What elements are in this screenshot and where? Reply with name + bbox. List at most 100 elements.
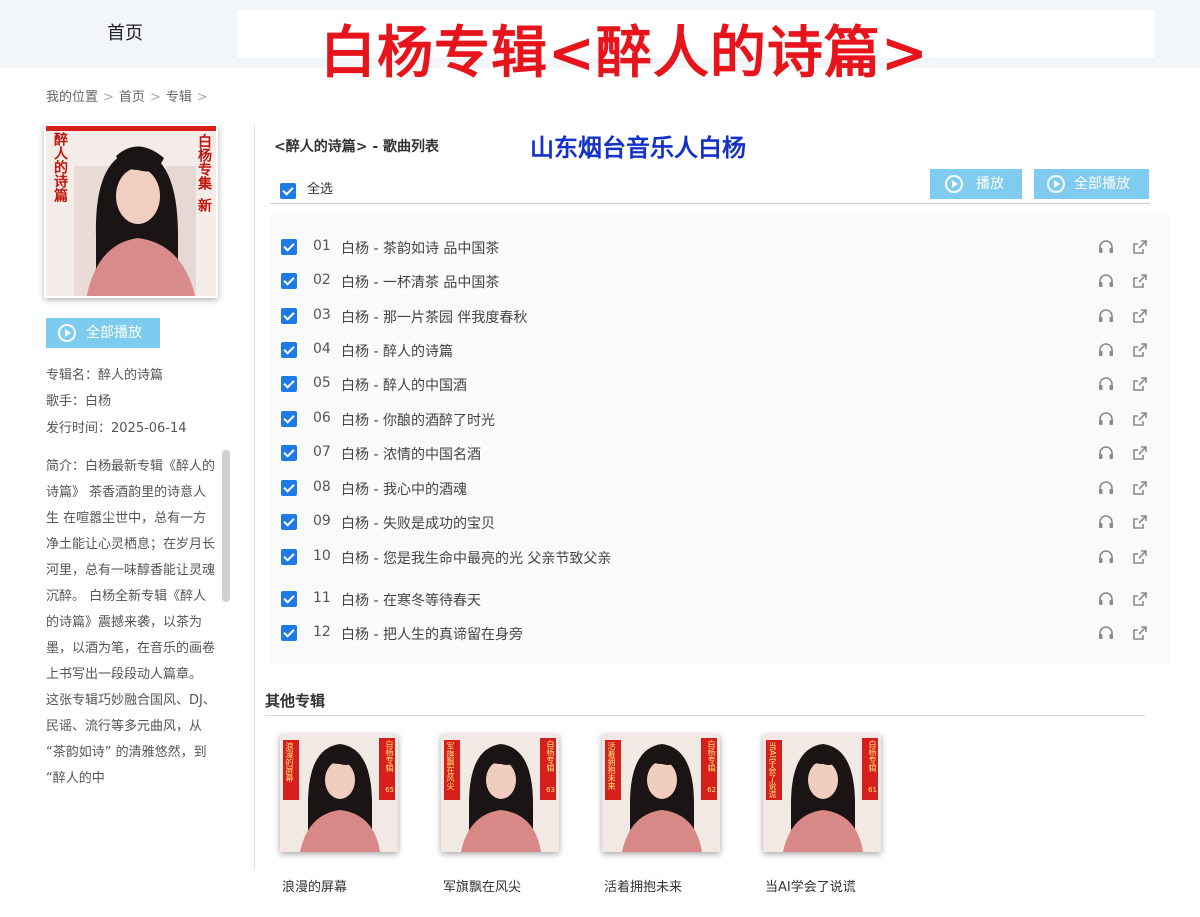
- song-number: 06: [313, 410, 331, 426]
- headphone-icon[interactable]: [1097, 590, 1115, 608]
- song-row[interactable]: 11 白杨 - 在寒冬等待春天: [270, 582, 1170, 616]
- song-title[interactable]: 白杨 - 我心中的酒魂: [341, 479, 467, 499]
- headphone-icon[interactable]: [1097, 444, 1115, 462]
- share-icon[interactable]: [1131, 272, 1149, 290]
- album-singer-value: 白杨: [85, 394, 112, 409]
- share-icon[interactable]: [1131, 548, 1149, 566]
- song-title[interactable]: 白杨 - 茶韵如诗 品中国茶: [341, 238, 499, 258]
- song-row[interactable]: 01 白杨 - 茶韵如诗 品中国茶: [270, 230, 1170, 264]
- song-title[interactable]: 白杨 - 醉人的诗篇: [341, 341, 453, 361]
- song-number: 03: [313, 307, 331, 323]
- headphone-icon[interactable]: [1097, 624, 1115, 642]
- headphone-icon[interactable]: [1097, 341, 1115, 359]
- share-icon[interactable]: [1131, 624, 1149, 642]
- cover-number: 61: [868, 786, 877, 794]
- play-button[interactable]: 播放: [930, 169, 1022, 199]
- headphone-icon[interactable]: [1097, 238, 1115, 256]
- song-checkbox[interactable]: [281, 445, 297, 461]
- song-row[interactable]: 04 白杨 - 醉人的诗篇: [270, 333, 1170, 367]
- headphone-icon[interactable]: [1097, 479, 1115, 497]
- select-all-label: 全选: [307, 182, 334, 197]
- breadcrumb-item-album[interactable]: 专辑: [166, 90, 192, 105]
- other-album-card[interactable]: 军旗飘在风尖 白杨专辑 63 军旗飘在风尖: [441, 734, 561, 895]
- cover-number: 65: [385, 786, 394, 794]
- other-album-cover[interactable]: 军旗飘在风尖 白杨专辑 63: [441, 734, 559, 852]
- share-icon[interactable]: [1131, 238, 1149, 256]
- share-icon[interactable]: [1131, 479, 1149, 497]
- share-icon[interactable]: [1131, 444, 1149, 462]
- song-row[interactable]: 08 白杨 - 我心中的酒魂: [270, 471, 1170, 505]
- song-title[interactable]: 白杨 - 你酿的酒醉了时光: [341, 410, 495, 430]
- other-album-card[interactable]: 浪漫的屏幕 白杨专辑 65 浪漫的屏幕: [280, 734, 400, 895]
- share-icon[interactable]: [1131, 375, 1149, 393]
- other-album-cover[interactable]: 活着拥抱未来 白杨专辑 62: [602, 734, 720, 852]
- nav-home-tab[interactable]: 首页: [60, 14, 190, 54]
- share-icon[interactable]: [1131, 307, 1149, 325]
- song-checkbox[interactable]: [281, 411, 297, 427]
- song-title[interactable]: 白杨 - 把人生的真谛留在身旁: [341, 624, 523, 644]
- song-checkbox[interactable]: [281, 480, 297, 496]
- headphone-icon[interactable]: [1097, 548, 1115, 566]
- song-title[interactable]: 白杨 - 醉人的中国酒: [341, 375, 467, 395]
- song-title[interactable]: 白杨 - 浓情的中国名酒: [341, 444, 481, 464]
- album-cover-photo: [46, 126, 216, 296]
- headphone-icon[interactable]: [1097, 410, 1115, 428]
- song-row[interactable]: 09 白杨 - 失败是成功的宝贝: [270, 505, 1170, 539]
- share-icon[interactable]: [1131, 341, 1149, 359]
- headphone-icon[interactable]: [1097, 272, 1115, 290]
- song-checkbox[interactable]: [281, 514, 297, 530]
- breadcrumb-separator: >: [103, 90, 114, 105]
- share-icon[interactable]: [1131, 590, 1149, 608]
- other-album-name[interactable]: 活着拥抱未来: [604, 876, 682, 895]
- breadcrumb-item-home[interactable]: 首页: [119, 90, 145, 105]
- breadcrumb: 我的位置 > 首页 > 专辑 >: [46, 86, 213, 105]
- song-checkbox[interactable]: [281, 342, 297, 358]
- other-albums-title: 其他专辑: [265, 692, 326, 710]
- song-number: 11: [313, 590, 331, 606]
- song-row[interactable]: 12 白杨 - 把人生的真谛留在身旁: [270, 616, 1170, 650]
- other-album-name[interactable]: 当AI学会了说谎: [765, 876, 856, 895]
- song-checkbox[interactable]: [281, 376, 297, 392]
- song-checkbox[interactable]: [281, 273, 297, 289]
- list-divider: [270, 203, 1150, 204]
- headphone-icon[interactable]: [1097, 307, 1115, 325]
- play-all-button[interactable]: 全部播放: [1034, 169, 1149, 199]
- cover-title-left: 活着拥抱未来: [607, 742, 616, 790]
- select-all-checkbox[interactable]: [280, 183, 296, 199]
- breadcrumb-separator: >: [196, 90, 208, 105]
- song-number: 05: [313, 375, 331, 391]
- song-checkbox[interactable]: [281, 308, 297, 324]
- song-row[interactable]: 06 白杨 - 你酿的酒醉了时光: [270, 402, 1170, 436]
- intro-scrollbar[interactable]: [222, 450, 230, 602]
- headphone-icon[interactable]: [1097, 513, 1115, 531]
- song-checkbox[interactable]: [281, 591, 297, 607]
- share-icon[interactable]: [1131, 410, 1149, 428]
- artist-tag: 山东烟台音乐人白杨: [530, 134, 746, 162]
- song-checkbox[interactable]: [281, 239, 297, 255]
- song-row[interactable]: 10 白杨 - 您是我生命中最亮的光 父亲节致父亲: [270, 540, 1170, 574]
- headphone-icon[interactable]: [1097, 375, 1115, 393]
- other-album-card[interactable]: 当AI学会了说谎 白杨专辑 61 当AI学会了说谎: [763, 734, 883, 895]
- cover-number: 62: [707, 786, 716, 794]
- other-album-cover[interactable]: 浪漫的屏幕 白杨专辑 65: [280, 734, 398, 852]
- other-album-name[interactable]: 军旗飘在风尖: [443, 876, 521, 895]
- other-album-name[interactable]: 浪漫的屏幕: [282, 876, 347, 895]
- play-all-button-left[interactable]: 全部播放: [46, 318, 160, 348]
- cover-title-right: 白杨专辑: [707, 740, 716, 772]
- song-number: 12: [313, 624, 331, 640]
- share-icon[interactable]: [1131, 513, 1149, 531]
- other-album-cover[interactable]: 当AI学会了说谎 白杨专辑 61: [763, 734, 881, 852]
- song-title[interactable]: 白杨 - 在寒冬等待春天: [341, 590, 481, 610]
- song-number: 08: [313, 479, 331, 495]
- song-row[interactable]: 07 白杨 - 浓情的中国名酒: [270, 436, 1170, 470]
- song-title[interactable]: 白杨 - 一杯清茶 品中国茶: [341, 272, 499, 292]
- song-row[interactable]: 05 白杨 - 醉人的中国酒: [270, 367, 1170, 401]
- song-title[interactable]: 白杨 - 失败是成功的宝贝: [341, 513, 495, 533]
- song-row[interactable]: 03 白杨 - 那一片茶园 伴我度春秋: [270, 299, 1170, 333]
- song-title[interactable]: 白杨 - 您是我生命中最亮的光 父亲节致父亲: [341, 548, 611, 568]
- song-checkbox[interactable]: [281, 549, 297, 565]
- song-row[interactable]: 02 白杨 - 一杯清茶 品中国茶: [270, 264, 1170, 298]
- other-album-card[interactable]: 活着拥抱未来 白杨专辑 62 活着拥抱未来: [602, 734, 722, 895]
- song-title[interactable]: 白杨 - 那一片茶园 伴我度春秋: [341, 307, 527, 327]
- song-checkbox[interactable]: [281, 625, 297, 641]
